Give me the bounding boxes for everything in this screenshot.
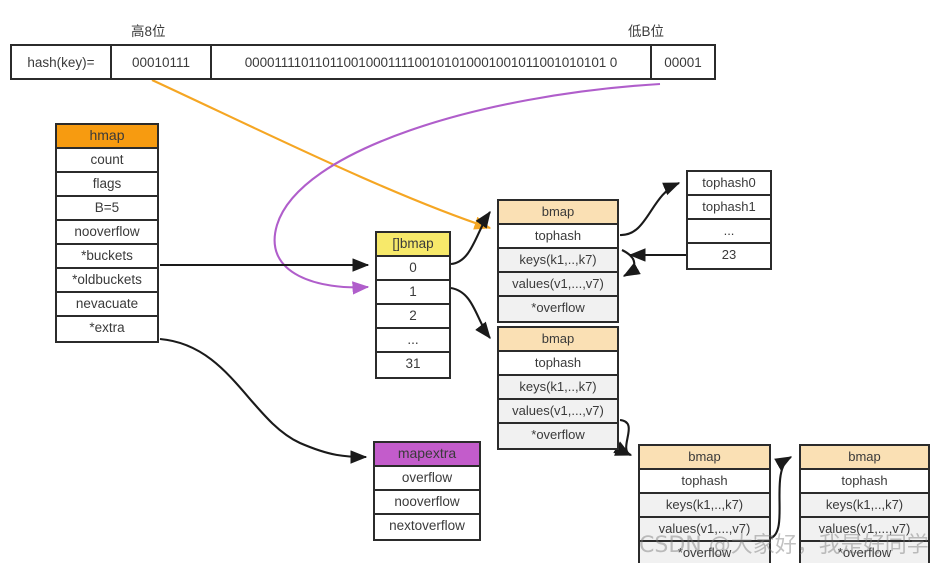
- arrow-bmap3-overflow-to-bmap4: [770, 456, 793, 539]
- tophash-row-1: tophash1: [688, 196, 770, 220]
- tophash-row-23: 23: [721, 247, 737, 262]
- bmap-4-tophash: tophash: [801, 470, 928, 494]
- hmap-field-extra: *extra: [89, 320, 125, 335]
- bmap-array: []bmap 0 1 2 ... 31: [375, 231, 451, 379]
- tophash-row-0: tophash0: [688, 172, 770, 196]
- bmap-1-overflow: *overflow: [499, 297, 617, 321]
- hmap-field-oldbuckets: *oldbuckets: [57, 269, 157, 293]
- bmap-2-tophash: tophash: [499, 352, 617, 376]
- bmap-2-overflow: *overflow: [499, 424, 617, 448]
- mapextra-field-nextoverflow: nextoverflow: [389, 518, 465, 533]
- hmap-field-flags: flags: [57, 173, 157, 197]
- bmap-3-tophash: tophash: [640, 470, 769, 494]
- bmap-4-header: bmap: [801, 446, 928, 470]
- arrow-high-bits-to-tophash: [151, 79, 492, 230]
- bmap-array-header: []bmap: [377, 233, 449, 257]
- mapextra-field-nooverflow: nooverflow: [375, 491, 479, 515]
- mapextra-struct: mapextra overflow nooverflow nextoverflo…: [373, 441, 481, 541]
- tophash-detail: tophash0 tophash1 ... 23: [686, 170, 772, 270]
- arrow-bmap1-keys-values-loop: [621, 249, 641, 277]
- bmap-1-header: bmap: [499, 201, 617, 225]
- bmap-2-keys: keys(k1,..,k7): [499, 376, 617, 400]
- bmap-bucket-1: bmap tophash keys(k1,..,k7) values(v1,..…: [497, 199, 619, 323]
- hmap-field-nooverflow: nooverflow: [57, 221, 157, 245]
- mapextra-header: mapextra: [375, 443, 479, 467]
- arrow-bmap2-overflow-to-bmap3: [613, 418, 632, 456]
- bmap-array-index-ellipsis: ...: [377, 329, 449, 353]
- hmap-header: hmap: [57, 125, 157, 149]
- arrow-bucket0-to-bmap1: [450, 210, 491, 266]
- hash-high-bits: 00010111: [112, 46, 212, 78]
- csdn-watermark: CSDN @大家好，我是好同学: [639, 533, 929, 558]
- arrow-bucket1-to-bmap2: [450, 286, 491, 339]
- hash-key-row: hash(key)= 00010111 00001111011011001000…: [10, 44, 716, 80]
- bmap-array-index-31: 31: [405, 356, 421, 371]
- mapextra-field-overflow: overflow: [375, 467, 479, 491]
- hmap-field-nevacuate: nevacuate: [57, 293, 157, 317]
- caption-high-bits: 高8位: [131, 24, 166, 39]
- bmap-4-keys: keys(k1,..,k7): [801, 494, 928, 518]
- hmap-field-b: B=5: [57, 197, 157, 221]
- bmap-3-header: bmap: [640, 446, 769, 470]
- hash-middle-bits: 0000111101101100100011110010101000100101…: [212, 46, 652, 78]
- bmap-array-index-1: 1: [377, 281, 449, 305]
- bmap-3-keys: keys(k1,..,k7): [640, 494, 769, 518]
- hash-low-bits: 00001: [664, 54, 702, 70]
- bmap-bucket-2: bmap tophash keys(k1,..,k7) values(v1,..…: [497, 326, 619, 450]
- bmap-array-index-2: 2: [377, 305, 449, 329]
- bmap-2-header: bmap: [499, 328, 617, 352]
- hmap-struct: hmap count flags B=5 nooverflow *buckets…: [55, 123, 159, 343]
- arrow-extra-to-mapextra: [159, 337, 368, 464]
- arrow-into-bmap3: [614, 443, 633, 456]
- bmap-2-values: values(v1,...,v7): [499, 400, 617, 424]
- tophash-row-ellipsis: ...: [688, 220, 770, 244]
- arrow-bmap1-tophash-to-detail: [619, 182, 681, 237]
- diagram-canvas: 高8位 低B位 hash(key)= 00010111 000011110110…: [0, 0, 935, 563]
- hmap-field-count: count: [57, 149, 157, 173]
- hmap-field-buckets: *buckets: [57, 245, 157, 269]
- bmap-1-tophash: tophash: [499, 225, 617, 249]
- bmap-array-index-0: 0: [377, 257, 449, 281]
- caption-low-bits: 低B位: [628, 24, 665, 39]
- bmap-1-values: values(v1,...,v7): [499, 273, 617, 297]
- bmap-1-keys: keys(k1,..,k7): [499, 249, 617, 273]
- hash-key-label: hash(key)=: [12, 46, 112, 78]
